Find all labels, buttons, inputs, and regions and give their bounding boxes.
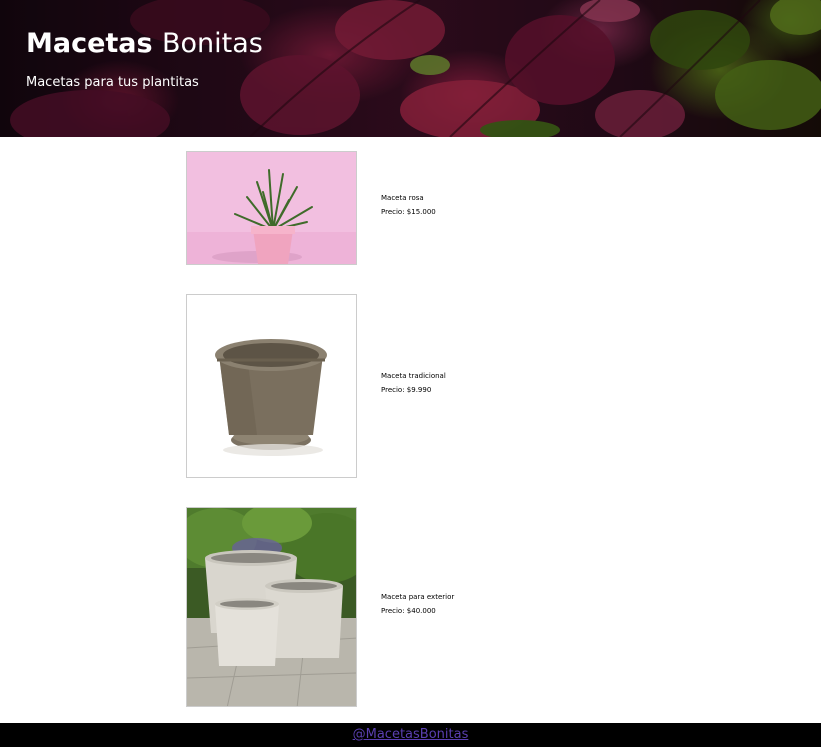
product-card: Maceta para exterior Precio: $40.000 bbox=[186, 507, 454, 707]
product-price: Precio: $40.000 bbox=[381, 607, 436, 615]
social-handle-link[interactable]: @MacetasBonitas bbox=[353, 727, 469, 742]
title-bold-part: Macetas bbox=[26, 28, 153, 59]
product-price: Precio: $15.000 bbox=[381, 208, 436, 216]
title-thin-part: Bonitas bbox=[162, 28, 263, 59]
footer: @MacetasBonitas bbox=[0, 723, 821, 747]
product-name: Maceta tradicional bbox=[381, 372, 446, 380]
page-subtitle: Macetas para tus plantitas bbox=[26, 75, 199, 90]
hero-banner: Macetas Bonitas Macetas para tus plantit… bbox=[0, 0, 821, 137]
product-card: Maceta tradicional Precio: $9.990 bbox=[186, 294, 446, 478]
product-price: Precio: $9.990 bbox=[381, 386, 432, 394]
product-info: Maceta rosa Precio: $15.000 bbox=[381, 194, 436, 222]
coleus-leaves-background bbox=[0, 0, 821, 137]
pink-pot-image bbox=[186, 151, 357, 265]
outdoor-pots-image bbox=[186, 507, 357, 707]
page-title: Macetas Bonitas bbox=[26, 28, 263, 60]
clay-pot-image bbox=[186, 294, 357, 478]
product-name: Maceta rosa bbox=[381, 194, 424, 202]
product-name: Maceta para exterior bbox=[381, 593, 455, 601]
product-card: Maceta rosa Precio: $15.000 bbox=[186, 151, 436, 265]
product-info: Maceta para exterior Precio: $40.000 bbox=[381, 593, 454, 621]
product-info: Maceta tradicional Precio: $9.990 bbox=[381, 372, 446, 400]
